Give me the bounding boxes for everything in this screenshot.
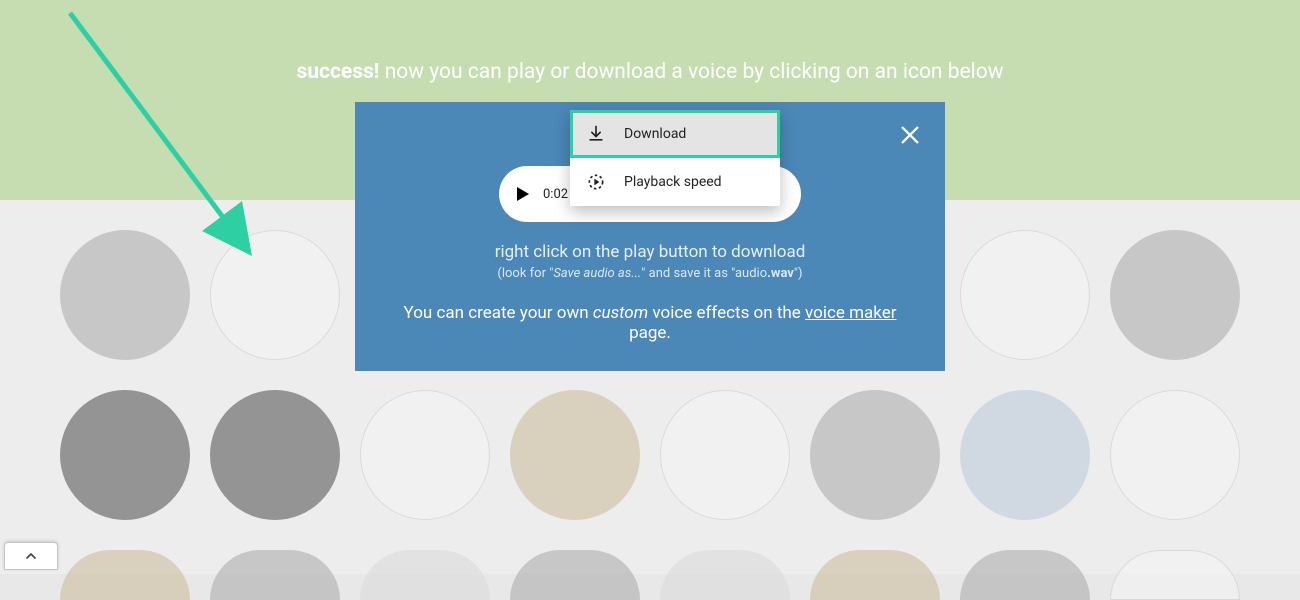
voice-icon[interactable] xyxy=(660,390,790,520)
voice-icon[interactable] xyxy=(960,230,1090,360)
banner-message: now you can play or download a voice by … xyxy=(379,60,1003,84)
tip3-part: page. xyxy=(629,323,671,343)
voice-icon[interactable] xyxy=(960,390,1090,520)
icon-row-3 xyxy=(0,550,1300,600)
voice-icon[interactable] xyxy=(960,550,1090,600)
tip2-italic: Save audio as... xyxy=(553,266,641,281)
voice-maker-link[interactable]: voice maker xyxy=(805,303,896,323)
tip2-ext: .wav xyxy=(767,266,794,281)
voice-icon[interactable] xyxy=(210,550,340,600)
voice-icon[interactable] xyxy=(210,230,340,360)
modal-tip-3: You can create your own custom voice eff… xyxy=(385,303,915,343)
voice-icon[interactable] xyxy=(60,390,190,520)
menu-item-label: Download xyxy=(624,126,686,142)
voice-icon[interactable] xyxy=(810,550,940,600)
play-icon[interactable] xyxy=(517,187,529,201)
close-icon xyxy=(899,124,921,146)
tip3-part: voice effects on the xyxy=(648,303,805,323)
tip2-part: (look for " xyxy=(497,266,553,281)
voice-icon[interactable] xyxy=(360,550,490,600)
download-icon xyxy=(586,124,606,144)
success-label: success! xyxy=(296,60,379,84)
menu-item-download[interactable]: Download xyxy=(570,110,780,158)
voice-icon[interactable] xyxy=(1110,390,1240,520)
tip3-part: You can create your own xyxy=(404,303,593,323)
menu-item-playback-speed[interactable]: Playback speed xyxy=(570,158,780,206)
tip2-part: ") xyxy=(794,266,803,281)
voice-icon[interactable] xyxy=(60,230,190,360)
playback-speed-icon xyxy=(586,172,606,192)
scroll-up-button[interactable] xyxy=(4,542,58,570)
voice-icon[interactable] xyxy=(1110,550,1240,600)
close-button[interactable] xyxy=(897,122,923,148)
voice-icon[interactable] xyxy=(60,550,190,600)
modal-tip-1: right click on the play button to downlo… xyxy=(385,242,915,262)
voice-icon[interactable] xyxy=(360,390,490,520)
audio-time: 0:02 xyxy=(543,187,568,202)
tip3-custom: custom xyxy=(593,303,648,323)
menu-item-label: Playback speed xyxy=(624,174,722,190)
tip2-part: " and save it as "audio xyxy=(641,266,767,281)
audio-context-menu: Download Playback speed xyxy=(570,110,780,206)
voice-icon[interactable] xyxy=(210,390,340,520)
voice-icon[interactable] xyxy=(810,390,940,520)
chevron-up-icon xyxy=(23,548,39,564)
voice-icon[interactable] xyxy=(1110,230,1240,360)
modal-tip-2: (look for "Save audio as..." and save it… xyxy=(385,266,915,281)
voice-icon[interactable] xyxy=(510,550,640,600)
icon-row-2 xyxy=(0,390,1300,520)
voice-icon[interactable] xyxy=(510,390,640,520)
voice-icon[interactable] xyxy=(660,550,790,600)
